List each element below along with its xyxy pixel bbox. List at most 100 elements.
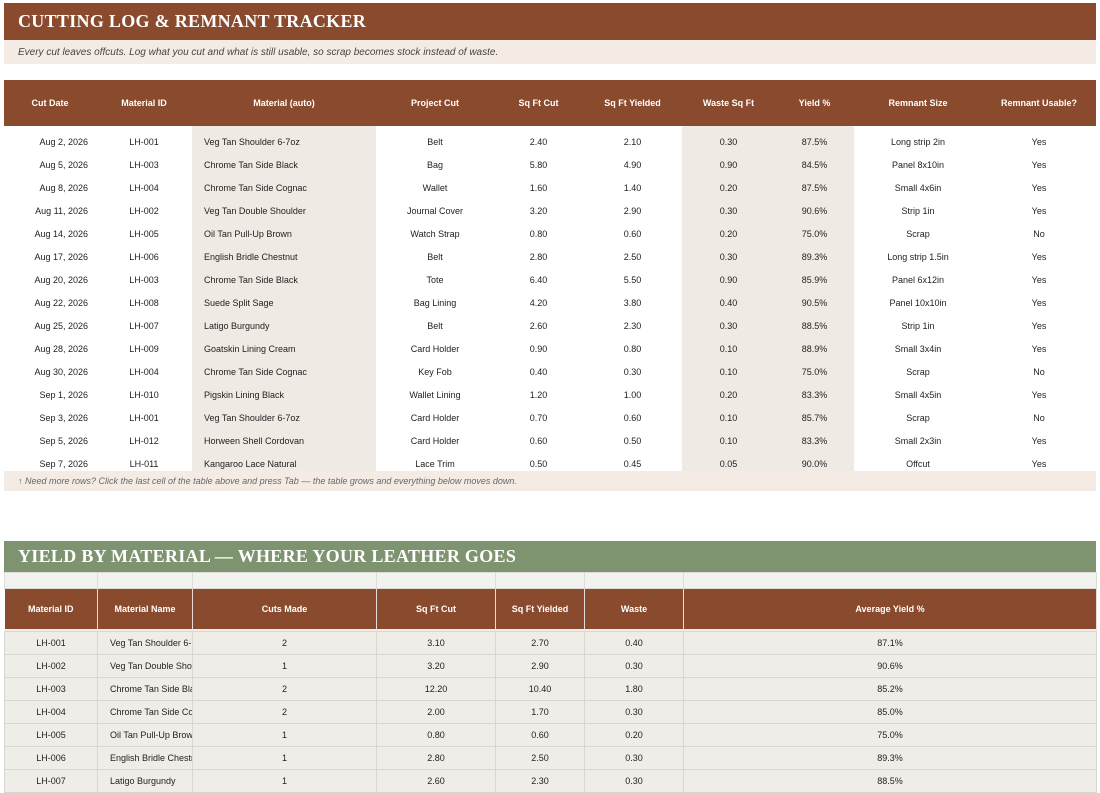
yield-cell-sq-ft-yielded[interactable]: 2.50 — [495, 746, 585, 770]
cell-remnant-usable[interactable]: No — [982, 222, 1096, 245]
cell-cut-date[interactable]: Aug 17, 2026 — [4, 245, 96, 268]
cell-project-cut[interactable]: Card Holder — [376, 337, 494, 360]
cell-material-id[interactable]: LH-001 — [96, 406, 192, 429]
cell-material-name[interactable]: Chrome Tan Side Cognac — [192, 176, 376, 199]
cell-material-id[interactable]: LH-001 — [96, 130, 192, 153]
yield-cell-material-id[interactable]: LH-005 — [4, 723, 98, 747]
cell-material-id[interactable]: LH-007 — [96, 314, 192, 337]
yield-cell-material-name[interactable]: Veg Tan Shoulder 6-7 — [97, 631, 193, 655]
cell-remnant-size[interactable]: Scrap — [854, 360, 982, 383]
cell-cut-date[interactable]: Aug 20, 2026 — [4, 268, 96, 291]
cell-sq-ft-yielded[interactable]: 0.30 — [583, 360, 682, 383]
yield-cell-sq-ft-yielded[interactable]: 2.90 — [495, 654, 585, 678]
cell-material-id[interactable]: LH-004 — [96, 360, 192, 383]
yield-header-sq-ft-cut[interactable]: Sq Ft Cut — [376, 588, 496, 629]
yield-cell-sq-ft-yielded[interactable]: 0.60 — [495, 723, 585, 747]
cell-material-id[interactable]: LH-005 — [96, 222, 192, 245]
yield-header-average-yield[interactable]: Average Yield % — [683, 588, 1097, 629]
cell-waste-sq-ft[interactable]: 0.90 — [682, 153, 775, 176]
yield-cell-waste[interactable]: 0.40 — [584, 631, 684, 655]
cell-sq-ft-yielded[interactable]: 5.50 — [583, 268, 682, 291]
cell-remnant-usable[interactable]: No — [982, 406, 1096, 429]
yield-cell-sq-ft-yielded[interactable]: 1.70 — [495, 700, 585, 724]
yield-cell-average-yield[interactable]: 85.2% — [683, 677, 1097, 701]
yield-cell-cuts-made[interactable]: 2 — [192, 700, 377, 724]
yield-cell-cuts-made[interactable]: 2 — [192, 631, 377, 655]
col-header-yield-pct[interactable]: Yield % — [775, 80, 854, 126]
cell-material-name[interactable]: Pigskin Lining Black — [192, 383, 376, 406]
yield-cell-sq-ft-cut[interactable]: 3.10 — [376, 631, 496, 655]
cell-sq-ft-cut[interactable]: 2.60 — [494, 314, 583, 337]
cell-material-name[interactable]: Oil Tan Pull-Up Brown — [192, 222, 376, 245]
yield-header-material-id[interactable]: Material ID — [4, 588, 98, 629]
cell-material-id[interactable]: LH-010 — [96, 383, 192, 406]
yield-cell-material-name[interactable]: Oil Tan Pull-Up Brow — [97, 723, 193, 747]
cell-sq-ft-yielded[interactable]: 1.00 — [583, 383, 682, 406]
cell-remnant-usable[interactable]: Yes — [982, 383, 1096, 406]
yield-cell-average-yield[interactable]: 87.1% — [683, 631, 1097, 655]
cell-remnant-size[interactable]: Small 3x4in — [854, 337, 982, 360]
cell-yield-pct[interactable]: 75.0% — [775, 222, 854, 245]
yield-cell-material-name[interactable]: Latigo Burgundy — [97, 769, 193, 793]
cell-waste-sq-ft[interactable]: 0.20 — [682, 383, 775, 406]
cell-yield-pct[interactable]: 88.5% — [775, 314, 854, 337]
yield-cell-cuts-made[interactable]: 1 — [192, 654, 377, 678]
cell-remnant-size[interactable]: Scrap — [854, 406, 982, 429]
col-header-remnant-usable[interactable]: Remnant Usable? — [982, 80, 1096, 126]
cell-yield-pct[interactable]: 89.3% — [775, 245, 854, 268]
cell-cut-date[interactable]: Aug 5, 2026 — [4, 153, 96, 176]
yield-cell-material-name[interactable]: Veg Tan Double Shou — [97, 654, 193, 678]
col-header-sq-ft-yielded[interactable]: Sq Ft Yielded — [583, 80, 682, 126]
col-header-material[interactable]: Material (auto) — [192, 80, 376, 126]
cell-sq-ft-cut[interactable]: 3.20 — [494, 199, 583, 222]
cell-material-name[interactable]: Suede Split Sage — [192, 291, 376, 314]
yield-cell-sq-ft-cut[interactable]: 0.80 — [376, 723, 496, 747]
cell-material-id[interactable]: LH-006 — [96, 245, 192, 268]
cell-remnant-size[interactable]: Panel 8x10in — [854, 153, 982, 176]
cell-waste-sq-ft[interactable]: 0.10 — [682, 360, 775, 383]
col-header-material-id[interactable]: Material ID — [96, 80, 192, 126]
yield-cell-waste[interactable]: 0.30 — [584, 769, 684, 793]
yield-cell-cuts-made[interactable]: 1 — [192, 769, 377, 793]
yield-cell-waste[interactable]: 0.20 — [584, 723, 684, 747]
yield-cell-material-name[interactable]: Chrome Tan Side Cog — [97, 700, 193, 724]
cell-waste-sq-ft[interactable]: 0.30 — [682, 314, 775, 337]
cell-project-cut[interactable]: Tote — [376, 268, 494, 291]
cell-material-id[interactable]: LH-003 — [96, 268, 192, 291]
yield-cell-sq-ft-cut[interactable]: 2.60 — [376, 769, 496, 793]
cell-waste-sq-ft[interactable]: 0.30 — [682, 199, 775, 222]
cell-remnant-size[interactable]: Long strip 2in — [854, 130, 982, 153]
cell-material-name[interactable]: Veg Tan Shoulder 6-7oz — [192, 406, 376, 429]
col-header-project-cut[interactable]: Project Cut — [376, 80, 494, 126]
yield-cell-material-name[interactable]: English Bridle Chestn — [97, 746, 193, 770]
cell-sq-ft-cut[interactable]: 1.60 — [494, 176, 583, 199]
yield-cell-waste[interactable]: 0.30 — [584, 700, 684, 724]
cell-material-id[interactable]: LH-012 — [96, 429, 192, 452]
yield-cell-material-id[interactable]: LH-007 — [4, 769, 98, 793]
yield-cell-sq-ft-cut[interactable]: 12.20 — [376, 677, 496, 701]
cell-remnant-usable[interactable]: Yes — [982, 314, 1096, 337]
cell-yield-pct[interactable]: 84.5% — [775, 153, 854, 176]
yield-cell-waste[interactable]: 1.80 — [584, 677, 684, 701]
cell-sq-ft-yielded[interactable]: 2.50 — [583, 245, 682, 268]
cell-yield-pct[interactable]: 90.6% — [775, 199, 854, 222]
cell-project-cut[interactable]: Journal Cover — [376, 199, 494, 222]
col-header-sq-ft-cut[interactable]: Sq Ft Cut — [494, 80, 583, 126]
cell-sq-ft-cut[interactable]: 1.20 — [494, 383, 583, 406]
cell-waste-sq-ft[interactable]: 0.20 — [682, 222, 775, 245]
cell-sq-ft-cut[interactable]: 2.80 — [494, 245, 583, 268]
cell-remnant-size[interactable]: Strip 1in — [854, 199, 982, 222]
cell-project-cut[interactable]: Bag — [376, 153, 494, 176]
yield-cell-material-id[interactable]: LH-004 — [4, 700, 98, 724]
cell-material-name[interactable]: Veg Tan Double Shoulder — [192, 199, 376, 222]
cell-material-name[interactable]: Chrome Tan Side Black — [192, 268, 376, 291]
cell-cut-date[interactable]: Aug 2, 2026 — [4, 130, 96, 153]
cell-sq-ft-cut[interactable]: 0.40 — [494, 360, 583, 383]
yield-cell-average-yield[interactable]: 75.0% — [683, 723, 1097, 747]
cell-project-cut[interactable]: Watch Strap — [376, 222, 494, 245]
cell-remnant-usable[interactable]: Yes — [982, 291, 1096, 314]
cell-waste-sq-ft[interactable]: 0.10 — [682, 429, 775, 452]
cell-cut-date[interactable]: Sep 5, 2026 — [4, 429, 96, 452]
cell-sq-ft-yielded[interactable]: 1.40 — [583, 176, 682, 199]
cell-waste-sq-ft[interactable]: 0.10 — [682, 406, 775, 429]
